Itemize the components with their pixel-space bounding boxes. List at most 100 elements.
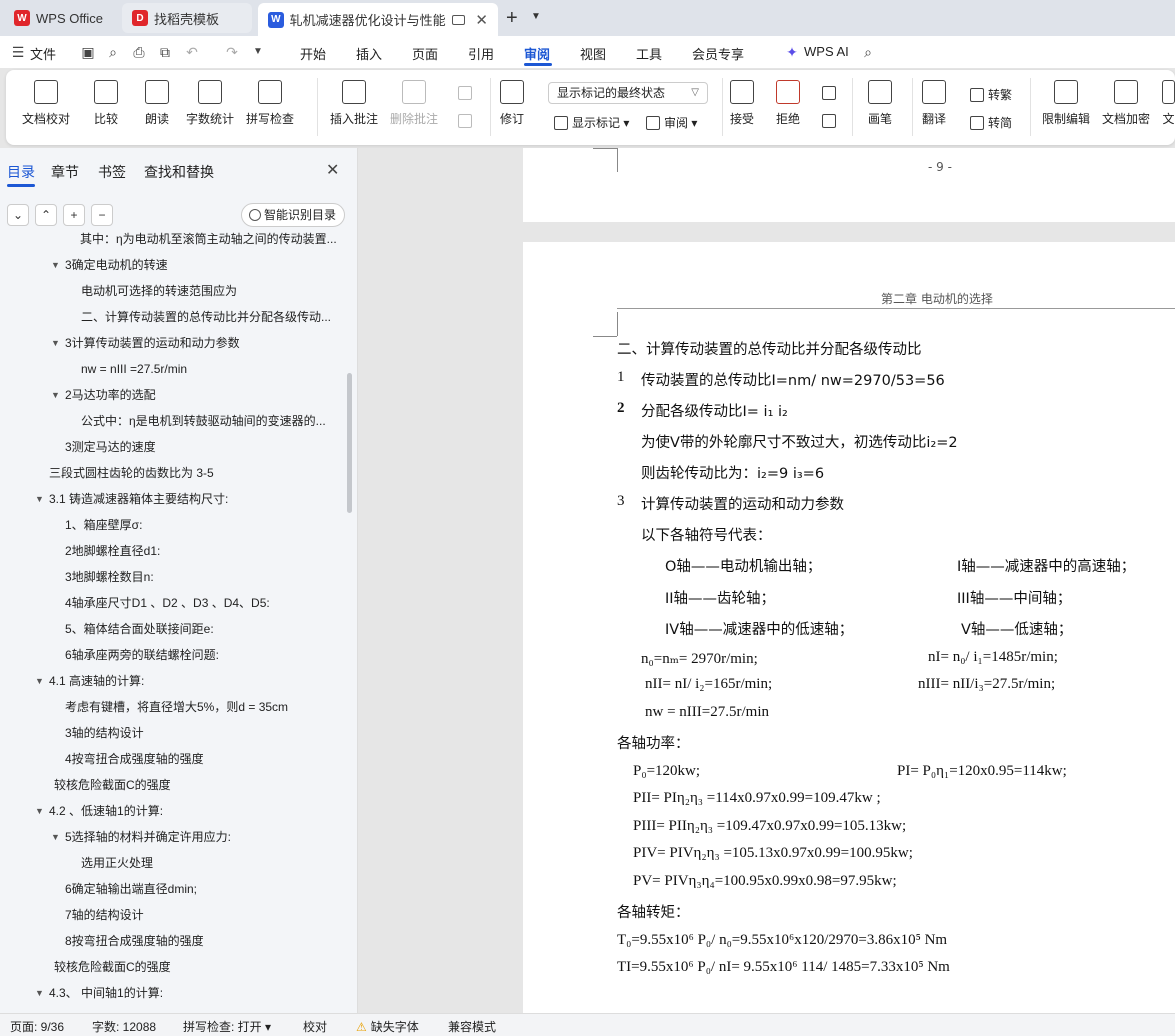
smart-toc-button[interactable]: 智能识别目录 xyxy=(241,203,345,227)
next-comment-button[interactable] xyxy=(458,114,476,128)
redo-icon[interactable]: ↷ xyxy=(224,44,240,60)
accept-button[interactable]: 接受 xyxy=(730,80,754,127)
tab-wps-office[interactable]: W WPS Office xyxy=(4,3,116,33)
review-pane-button[interactable]: 审阅 ▾ xyxy=(646,114,697,131)
proof-status[interactable]: 校对 xyxy=(303,1018,327,1035)
toc-item[interactable]: 2马达功率的选配 xyxy=(65,384,156,406)
menu-insert[interactable]: 插入 xyxy=(356,44,382,63)
toc-item[interactable]: 8按弯扭合成强度轴的强度 xyxy=(65,930,204,952)
toc-item[interactable]: 较核危险截面C的强度 xyxy=(54,956,171,978)
prev-comment-button[interactable] xyxy=(458,86,476,100)
menu-tools[interactable]: 工具 xyxy=(636,44,662,63)
undo-icon[interactable]: ↶ xyxy=(184,44,200,60)
toc-item[interactable]: 1、箱座壁厚σ: xyxy=(65,514,142,536)
toc-item[interactable]: 5、箱体结合面处联接间距e: xyxy=(65,618,214,640)
close-icon[interactable]: ✕ xyxy=(326,160,339,180)
spell-check-status[interactable]: 拼写检查: 打开 ▾ xyxy=(183,1018,271,1035)
revise-button[interactable]: 修订 xyxy=(500,80,524,127)
menu-wps-ai[interactable]: WPS AI xyxy=(804,44,849,59)
current-page[interactable]: 第二章 电动机的选择 二、计算传动装置的总传动比并分配各级传动比 1 传动装置的… xyxy=(523,242,1175,1013)
toc-item[interactable]: 6确定轴输出端直径dmin; xyxy=(65,878,197,900)
reject-button[interactable]: 拒绝 xyxy=(776,80,800,127)
show-marks-button[interactable]: 显示标记 ▾ xyxy=(554,114,629,131)
to-simplified-button[interactable]: 转简 xyxy=(970,114,1012,131)
hamburger-icon[interactable]: ☰ xyxy=(10,44,26,60)
toc-item[interactable]: nw = nIII =27.5r/min xyxy=(81,358,187,380)
toc-item[interactable]: 较核危险截面C的强度 xyxy=(54,774,171,796)
toc-item[interactable]: 选用正火处理 xyxy=(81,852,153,874)
expand-arrow-icon[interactable]: ▼ xyxy=(51,384,60,406)
read-aloud-button[interactable]: 朗读 xyxy=(145,80,169,127)
toc-item[interactable]: 4.1 高速轴的计算: xyxy=(49,670,144,692)
tab-template[interactable]: D 找稻壳模板 xyxy=(122,3,252,33)
scrollbar-thumb[interactable] xyxy=(347,373,352,513)
expand-arrow-icon[interactable]: ▼ xyxy=(35,800,44,822)
doc-encrypt-button[interactable]: 文档加密 xyxy=(1102,80,1150,127)
menu-page[interactable]: 页面 xyxy=(412,44,438,63)
toc-item[interactable]: 3测定马达的速度 xyxy=(65,436,156,458)
toc-item[interactable]: 3.1 铸造减速器箱体主要结构尺寸: xyxy=(49,488,228,510)
menu-view[interactable]: 视图 xyxy=(580,44,606,63)
menu-vip[interactable]: 会员专享 xyxy=(692,44,744,63)
toc-item[interactable]: 3地脚螺栓数目n: xyxy=(65,566,154,588)
translate-button[interactable]: 翻译 xyxy=(922,80,946,127)
search-icon[interactable]: ⌕ xyxy=(860,44,876,60)
toc-item[interactable]: 7轴的结构设计 xyxy=(65,904,144,926)
toc-item[interactable]: 4轴承座尺寸D1 、D2 、D3 、D4、D5: xyxy=(65,592,270,614)
remove-level-icon[interactable]: − xyxy=(91,204,113,226)
toc-item[interactable]: 3轴的结构设计 xyxy=(65,722,144,744)
expand-arrow-icon[interactable]: ▼ xyxy=(35,488,44,510)
toc-item[interactable]: 6轴承座两旁的联结螺栓问题: xyxy=(65,644,219,666)
expand-all-icon[interactable]: ⌄ xyxy=(7,204,29,226)
nav-tab-chapters[interactable]: 章节 xyxy=(51,162,79,182)
print-icon[interactable]: ⎙ xyxy=(131,44,147,60)
chevron-down-icon[interactable]: ▼ xyxy=(250,44,266,60)
expand-arrow-icon[interactable]: ▼ xyxy=(51,826,60,848)
expand-arrow-icon[interactable]: ▼ xyxy=(51,254,60,276)
close-icon[interactable]: ✕ xyxy=(475,11,488,29)
delete-comment-button[interactable]: 删除批注 xyxy=(390,80,438,127)
expand-arrow-icon[interactable]: ▼ xyxy=(35,670,44,692)
toc-item[interactable]: 4.3、 中间轴1的计算: xyxy=(49,982,163,1004)
mark-state-select[interactable]: 显示标记的最终状态 ▽ xyxy=(548,82,708,104)
toc-item[interactable]: 4.2 、低速轴1的计算: xyxy=(49,800,163,822)
menu-reference[interactable]: 引用 xyxy=(468,44,494,63)
missing-font-status[interactable]: ⚠ 缺失字体 xyxy=(356,1018,419,1035)
chevron-down-icon[interactable]: ▼ xyxy=(531,11,541,22)
window-mini-icon[interactable] xyxy=(451,14,466,25)
word-count-button[interactable]: 字数统计 xyxy=(186,80,234,127)
nav-tab-toc[interactable]: 目录 xyxy=(7,162,35,182)
toc-item[interactable]: 3计算传动装置的运动和动力参数 xyxy=(65,332,240,354)
more-ribbon-button[interactable]: 文 xyxy=(1162,80,1175,127)
to-traditional-button[interactable]: 转繁 xyxy=(970,86,1012,103)
insert-comment-button[interactable]: 插入批注 xyxy=(330,80,378,127)
toc-item[interactable]: 二、计算传动装置的总传动比并分配各级传动... xyxy=(81,306,331,328)
page-indicator[interactable]: 页面: 9/36 xyxy=(10,1018,64,1035)
spell-check-button[interactable]: 拼写检查 xyxy=(246,80,294,127)
restrict-edit-button[interactable]: 限制编辑 xyxy=(1042,80,1090,127)
export-icon[interactable]: ⌕ xyxy=(105,44,121,60)
expand-arrow-icon[interactable]: ▼ xyxy=(51,332,60,354)
expand-arrow-icon[interactable]: ▼ xyxy=(35,982,44,1004)
toc-item[interactable]: 公式中：η是电机到转鼓驱动轴间的变速器的... xyxy=(81,410,326,432)
toc-item[interactable]: 考虑有键槽，将直径增大5%，则d = 35cm xyxy=(65,696,288,718)
menu-home[interactable]: 开始 xyxy=(300,44,326,63)
compare-button[interactable]: 比较 xyxy=(94,80,118,127)
print-preview-icon[interactable]: ⧉ xyxy=(157,44,173,60)
nav-tab-bookmarks[interactable]: 书签 xyxy=(98,162,126,182)
collapse-all-icon[interactable]: ⌃ xyxy=(35,204,57,226)
nav-tab-find-replace[interactable]: 查找和替换 xyxy=(144,162,214,182)
doc-proof-button[interactable]: 文档校对 xyxy=(22,80,70,127)
toc-item[interactable]: 三段式圆柱齿轮的齿数比为 3-5 xyxy=(49,462,214,484)
prev-revision-button[interactable] xyxy=(822,86,840,100)
word-count-indicator[interactable]: 字数: 12088 xyxy=(92,1018,156,1035)
toc-item[interactable]: 电动机可选择的转速范围应为 xyxy=(81,280,237,302)
add-level-icon[interactable]: + xyxy=(63,204,85,226)
tab-document[interactable]: W 轧机减速器优化设计与性能分析 ✕ xyxy=(258,3,498,36)
toc-item[interactable]: 3确定电动机的转速 xyxy=(65,254,168,276)
new-tab-icon[interactable]: + xyxy=(506,8,518,28)
ink-button[interactable]: 画笔 xyxy=(868,80,892,127)
menu-file[interactable]: 文件 xyxy=(30,44,56,63)
toc-item[interactable]: 其中：η为电动机至滚筒主动轴之间的传动装置... xyxy=(80,232,337,250)
save-icon[interactable]: ▣ xyxy=(80,44,96,60)
